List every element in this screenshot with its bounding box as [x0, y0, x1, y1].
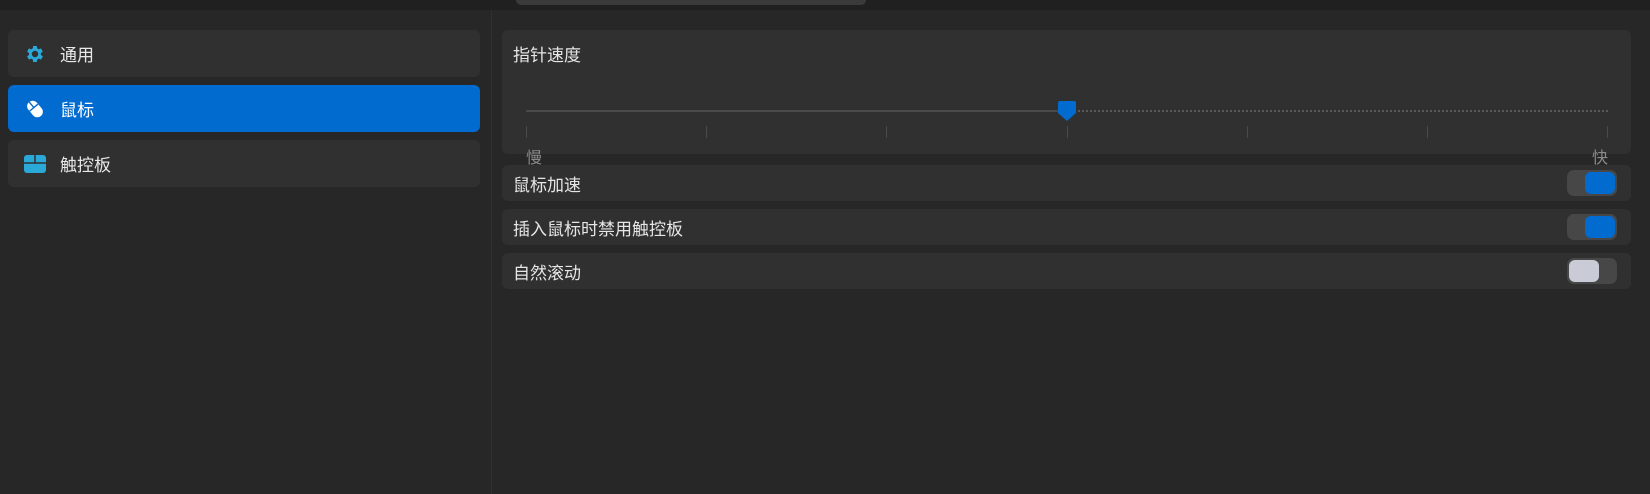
pointer-speed-card: 指针速度 慢 快 [502, 30, 1631, 167]
slider-tick [1607, 126, 1608, 138]
mouse-icon [22, 96, 48, 122]
disable-touchpad-toggle[interactable] [1567, 214, 1617, 240]
slider-tick [706, 126, 708, 138]
setting-row-mouse-acceleration: 鼠标加速 [502, 165, 1631, 201]
sidebar-item-label: 通用 [60, 46, 94, 66]
sidebar: 通用 鼠标 触控板 [0, 10, 491, 494]
slider-tick [1426, 126, 1428, 138]
settings-panel: 指针速度 慢 快 鼠标加速 插入鼠标时禁用触控板 自然滚动 [502, 10, 1632, 494]
setting-label: 插入鼠标时禁用触控板 [513, 219, 683, 240]
toggle-knob [1585, 216, 1615, 238]
pointer-speed-title: 指针速度 [513, 46, 581, 66]
slider-tick [526, 126, 527, 138]
mouse-acceleration-toggle[interactable] [1567, 170, 1617, 196]
toggle-knob [1569, 260, 1599, 282]
touchpad-icon [22, 151, 48, 177]
toggle-knob [1585, 172, 1615, 194]
gear-icon [22, 41, 48, 67]
sidebar-item-touchpad[interactable]: 触控板 [8, 140, 480, 187]
slider-tick [1246, 126, 1248, 138]
setting-label: 自然滚动 [513, 263, 581, 284]
sidebar-item-mouse[interactable]: 鼠标 [8, 85, 480, 132]
slider-fill [526, 110, 1067, 112]
sidebar-divider [491, 10, 492, 494]
setting-row-natural-scroll: 自然滚动 [502, 253, 1631, 289]
natural-scroll-toggle[interactable] [1567, 258, 1617, 284]
sidebar-item-general[interactable]: 通用 [8, 30, 480, 77]
window-top-bar [0, 0, 1650, 10]
window-tab[interactable] [516, 0, 866, 5]
slider-thumb[interactable] [1057, 99, 1077, 123]
slider-tick [886, 126, 888, 138]
sidebar-item-label: 鼠标 [60, 101, 94, 121]
slider-tick [1066, 126, 1068, 138]
sidebar-item-label: 触控板 [60, 156, 111, 176]
setting-label: 鼠标加速 [513, 175, 581, 196]
setting-row-disable-touchpad: 插入鼠标时禁用触控板 [502, 209, 1631, 245]
